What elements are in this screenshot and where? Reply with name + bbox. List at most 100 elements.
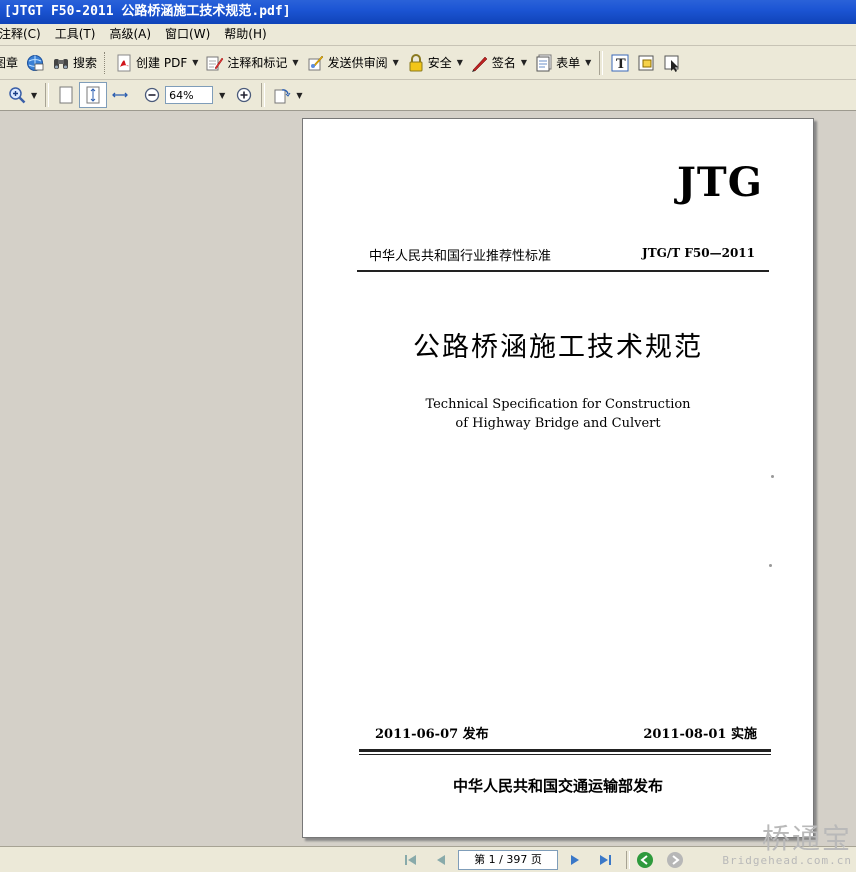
menu-help[interactable]: 帮助(H)	[217, 24, 273, 45]
send-review-button[interactable]: 发送供审阅 ▼	[303, 50, 403, 76]
zoom-in-button[interactable]	[231, 82, 257, 108]
stamp-label: 图章	[0, 56, 19, 70]
publisher: 中华人民共和国交通运输部发布	[452, 777, 663, 795]
fit-page-icon	[86, 86, 100, 104]
window-title: [JTGT F50-2011 公路桥涵施工技术规范.pdf]	[0, 0, 856, 24]
rotate-page-icon	[274, 89, 291, 104]
actual-size-button[interactable]	[53, 82, 79, 108]
effective-date: 2011-08-01 实施	[643, 727, 757, 742]
toolbar-separator	[261, 83, 266, 107]
next-page-icon	[571, 854, 579, 865]
toolbar-separator	[626, 850, 630, 869]
document-viewport[interactable]: JTG 中华人民共和国行业推荐性标准 JTG/T F50—2011 公路桥涵施工…	[0, 111, 856, 846]
chevron-down-icon[interactable]: ▼	[457, 58, 463, 67]
document-title: 公路桥涵施工技术规范	[413, 332, 703, 363]
footer-rule-thick	[359, 749, 771, 752]
previous-page-icon	[437, 854, 445, 865]
chevron-down-icon[interactable]: ▼	[296, 91, 302, 100]
security-button[interactable]: 安全 ▼	[403, 50, 467, 76]
send-review-icon	[308, 55, 323, 70]
zoom-level-input[interactable]: 64%	[165, 86, 214, 104]
rotate-view-button[interactable]: ▼	[269, 82, 306, 108]
chevron-down-icon[interactable]: ▼	[521, 58, 527, 67]
zoom-in-icon	[237, 87, 252, 103]
toolbar-separator	[599, 50, 604, 75]
site-watermark: 桥通宝 Bridgehead.com.cn	[722, 822, 852, 868]
zoom-dropdown-chevron-icon[interactable]: ▼	[219, 91, 225, 100]
watermark-chinese: 桥通宝	[761, 822, 852, 855]
toolbar-separator	[45, 83, 50, 107]
select-tool[interactable]	[659, 50, 685, 76]
page-number-input[interactable]: 第 1 / 397 页	[458, 849, 558, 870]
standard-category: 中华人民共和国行业推荐性标准	[369, 249, 552, 264]
menu-window[interactable]: 窗口(W)	[158, 24, 217, 45]
next-view-button[interactable]	[664, 850, 686, 870]
page-icon	[59, 86, 73, 104]
forward-arrow-icon	[667, 851, 683, 868]
main-toolbar: 图章 搜索 创建 PDF ▼ 注释和标记 ▼ 发送供审阅 ▼ 安全 ▼ 签名 ▼…	[0, 46, 856, 80]
header-rule	[357, 270, 769, 272]
menu-comments[interactable]: 注释(C)	[0, 24, 48, 45]
pdf-page: JTG 中华人民共和国行业推荐性标准 JTG/T F50—2011 公路桥涵施工…	[302, 118, 814, 838]
send-review-label: 发送供审阅	[327, 56, 388, 70]
security-label: 安全	[427, 56, 452, 70]
pdf-icon	[117, 54, 131, 71]
first-page-button[interactable]	[400, 850, 422, 870]
fit-width-button[interactable]	[107, 82, 133, 108]
first-page-icon	[405, 854, 416, 865]
scan-speck	[769, 564, 772, 567]
chevron-down-icon[interactable]: ▼	[31, 91, 37, 100]
search-button[interactable]: 搜索	[48, 50, 101, 76]
comment-markup-label: 注释和标记	[227, 56, 288, 70]
text-cursor-icon: T	[611, 54, 629, 72]
stamp-button[interactable]: 图章	[0, 50, 22, 76]
standard-logo: JTG	[677, 159, 763, 206]
create-pdf-label: 创建 PDF	[136, 56, 188, 70]
binoculars-icon	[54, 58, 69, 69]
zoom-tool-button[interactable]: ▼	[4, 82, 41, 108]
forms-label: 表单	[556, 56, 581, 70]
view-toolbar: ▼ 64% ▼ ▼	[0, 80, 856, 111]
back-arrow-icon	[637, 851, 653, 868]
menu-advanced[interactable]: 高级(A)	[102, 24, 158, 45]
comment-markup-button[interactable]: 注释和标记 ▼	[202, 50, 302, 76]
globe-mail-icon	[27, 54, 44, 71]
lock-icon	[409, 53, 423, 71]
snapshot-tool[interactable]	[633, 50, 659, 76]
next-page-button[interactable]	[564, 850, 586, 870]
forms-button[interactable]: 表单 ▼	[531, 50, 595, 76]
text-select-tool[interactable]: T	[607, 50, 633, 76]
fit-width-icon	[112, 92, 129, 98]
english-title-line2: of Highway Bridge and Culvert	[455, 416, 661, 431]
sign-label: 签名	[491, 56, 516, 70]
chevron-down-icon[interactable]: ▼	[292, 58, 298, 67]
forms-icon	[536, 54, 552, 71]
toolbar-grip[interactable]	[104, 51, 108, 74]
footer-rule-thin	[359, 754, 771, 755]
svg-text:T: T	[616, 57, 626, 72]
previous-view-button[interactable]	[634, 850, 656, 870]
zoom-out-icon	[145, 87, 160, 103]
previous-page-button[interactable]	[430, 850, 452, 870]
issue-date: 2011-06-07 发布	[375, 727, 489, 742]
watermark-english: Bridgehead.com.cn	[722, 854, 852, 867]
english-title-line1: Technical Specification for Construction	[425, 397, 691, 412]
chevron-down-icon[interactable]: ▼	[393, 58, 399, 67]
sign-button[interactable]: 签名 ▼	[467, 50, 531, 76]
scan-speck	[771, 475, 774, 478]
zoom-in-magnifier-icon	[9, 87, 26, 104]
last-page-icon	[600, 854, 611, 865]
email-button[interactable]	[22, 50, 48, 76]
menu-tools[interactable]: 工具(T)	[48, 24, 103, 45]
snapshot-icon	[638, 55, 654, 70]
search-label: 搜索	[73, 56, 98, 70]
comment-pen-icon	[206, 56, 224, 70]
signature-pen-icon	[471, 56, 488, 72]
last-page-button[interactable]	[594, 850, 616, 870]
fit-page-button[interactable]	[79, 82, 108, 108]
zoom-out-button[interactable]	[139, 82, 165, 108]
chevron-down-icon[interactable]: ▼	[192, 58, 198, 67]
create-pdf-button[interactable]: 创建 PDF ▼	[111, 50, 202, 76]
menu-bar: 注释(C) 工具(T) 高级(A) 窗口(W) 帮助(H)	[0, 24, 856, 46]
chevron-down-icon[interactable]: ▼	[585, 58, 591, 67]
